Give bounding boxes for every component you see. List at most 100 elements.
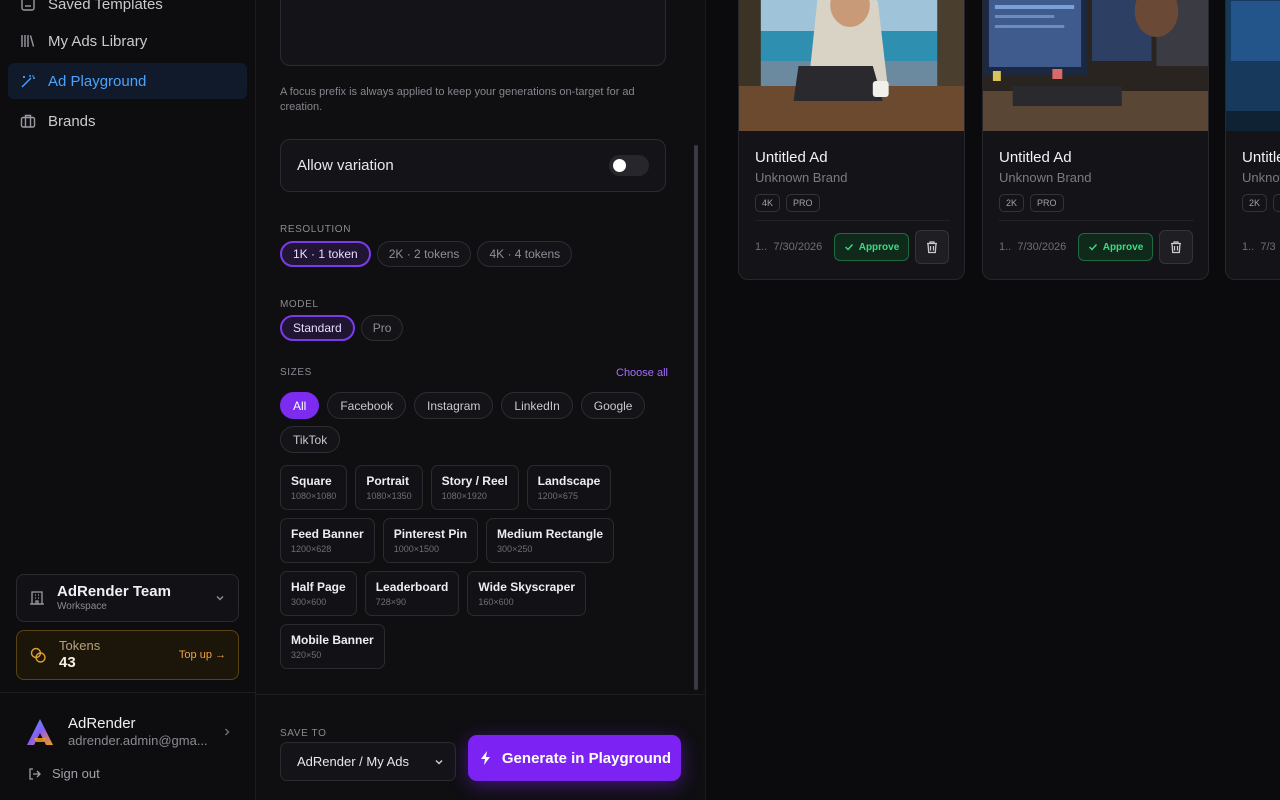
size-option[interactable]: Square 1080×1080: [280, 465, 348, 510]
card-divider: [755, 220, 950, 221]
model-option-pro[interactable]: Pro: [360, 315, 404, 341]
workspace-name: AdRender Team: [57, 583, 171, 601]
chevron-down-icon: [216, 595, 224, 601]
sidebar-item-label: My Ads Library: [48, 32, 148, 50]
size-name: Landscape: [537, 474, 601, 488]
approve-button[interactable]: Approve: [834, 233, 909, 261]
size-row: Mobile Banner 320×50: [280, 624, 385, 669]
card-divider: [999, 220, 1194, 221]
resolution-option-1k[interactable]: 1K · 1 token: [280, 241, 371, 267]
save-to-value: AdRender / My Ads: [297, 754, 409, 769]
filter-linkedin[interactable]: LinkedIn: [501, 392, 573, 419]
sidebar-item-saved-templates[interactable]: Saved Templates: [8, 0, 247, 22]
size-dimensions: 300×600: [291, 597, 327, 607]
ad-card[interactable]: Untitled Ad Unknown Brand 4K PRO 1.. 7/3…: [738, 0, 965, 280]
prompt-textarea[interactable]: [280, 0, 666, 66]
resolution-option-4k[interactable]: 4K · 4 tokens: [477, 241, 573, 267]
save-to-select[interactable]: AdRender / My Ads: [280, 742, 456, 781]
size-dimensions: 1080×1920: [441, 491, 487, 501]
filter-instagram[interactable]: Instagram: [414, 392, 494, 419]
size-name: Portrait: [366, 474, 409, 488]
sidebar-item-label: Saved Templates: [48, 0, 163, 13]
size-option[interactable]: Story / Reel 1080×1920: [430, 465, 519, 510]
adrender-logo-icon: [27, 719, 53, 745]
user-profile[interactable]: AdRender adrender.admin@gma...: [24, 712, 232, 752]
focus-prefix-hint: A focus prefix is always applied to keep…: [280, 86, 635, 113]
approve-label: Approve: [1102, 241, 1144, 253]
sidebar-item-my-ads-library[interactable]: My Ads Library: [8, 23, 247, 59]
model-option-standard[interactable]: Standard: [280, 315, 355, 341]
ad-tags: 4K PRO: [755, 194, 820, 212]
building-icon: [30, 591, 44, 605]
chevron-down-icon: [435, 759, 443, 765]
panel-scrollbar[interactable]: [694, 145, 698, 690]
library-icon: [21, 35, 35, 47]
resolution-options: 1K · 1 token 2K · 2 tokens 4K · 4 tokens: [280, 241, 573, 267]
filter-all[interactable]: All: [280, 392, 320, 419]
trash-icon: [1171, 241, 1181, 254]
model-options: Standard Pro: [280, 315, 404, 341]
workspace-switcher[interactable]: AdRender Team Workspace: [16, 574, 239, 622]
sidebar-item-ad-playground[interactable]: Ad Playground: [8, 63, 247, 99]
ad-card[interactable]: Untitled Unknow 2K 1.. 7/3: [1225, 0, 1280, 280]
filter-tiktok[interactable]: TikTok: [280, 426, 341, 453]
generate-button[interactable]: Generate in Playground: [468, 735, 681, 781]
size-name: Pinterest Pin: [393, 527, 468, 541]
model-label: MODEL: [280, 299, 319, 310]
top-up-link[interactable]: Top up →: [179, 649, 226, 661]
filter-google[interactable]: Google: [580, 392, 646, 419]
sidebar-item-brands[interactable]: Brands: [8, 103, 247, 139]
resolution-option-2k[interactable]: 2K · 2 tokens: [376, 241, 472, 267]
size-option[interactable]: Leaderboard 728×90: [364, 571, 460, 616]
generate-label: Generate in Playground: [501, 749, 672, 767]
ad-date-prefix: 1..: [755, 241, 768, 253]
resolution-label: RESOLUTION: [280, 224, 352, 235]
approve-button[interactable]: Approve: [1078, 233, 1153, 261]
user-email: adrender.admin@gma...: [68, 733, 208, 749]
check-icon: [844, 244, 853, 251]
check-icon: [1088, 244, 1097, 251]
sign-out-icon: [29, 767, 41, 780]
size-option[interactable]: Half Page 300×600: [280, 571, 357, 616]
ad-title: Untitled Ad: [999, 149, 1072, 166]
tokens-card: Tokens 43 Top up →: [16, 630, 239, 680]
size-option[interactable]: Medium Rectangle 300×250: [486, 518, 615, 563]
delete-button[interactable]: [915, 230, 949, 264]
panel-footer-divider: [256, 694, 706, 695]
size-option[interactable]: Feed Banner 1200×628: [280, 518, 375, 563]
choose-all-link[interactable]: Choose all: [616, 367, 668, 379]
ad-date: 1.. 7/3: [1242, 241, 1276, 253]
sidebar: Saved Templates My Ads Library Ad Playgr…: [0, 0, 256, 800]
size-option[interactable]: Pinterest Pin 1000×1500: [382, 518, 479, 563]
delete-button[interactable]: [1159, 230, 1193, 264]
ad-brand: Unknow: [1242, 170, 1280, 185]
size-name: Half Page: [291, 580, 346, 594]
model-tag: PRO: [786, 194, 820, 212]
size-name: Mobile Banner: [291, 633, 374, 647]
template-icon: [21, 0, 35, 11]
size-option[interactable]: Mobile Banner 320×50: [280, 624, 385, 669]
size-row: Feed Banner 1200×628 Pinterest Pin 1000×15…: [280, 518, 615, 563]
size-name: Feed Banner: [291, 527, 364, 541]
size-filters-row-2: TikTok: [280, 426, 341, 453]
resolution-tag: 2K: [1242, 194, 1268, 212]
size-dimensions: 728×90: [375, 597, 406, 607]
size-row: Square 1080×1080 Portrait 1080×1350 Story …: [280, 465, 612, 510]
lightning-icon: [480, 751, 490, 765]
size-option[interactable]: Wide Skyscraper 160×600: [467, 571, 586, 616]
size-option[interactable]: Landscape 1200×675: [526, 465, 612, 510]
ad-card[interactable]: Untitled Ad Unknown Brand 2K PRO 1.. 7/3…: [982, 0, 1209, 280]
ad-brand: Unknown Brand: [755, 170, 848, 185]
size-option[interactable]: Portrait 1080×1350: [355, 465, 423, 510]
chevron-right-icon: [225, 728, 230, 736]
ad-brand: Unknown Brand: [999, 170, 1092, 185]
size-name: Story / Reel: [441, 474, 508, 488]
allow-variation-row: Allow variation: [280, 139, 666, 192]
allow-variation-toggle[interactable]: [609, 155, 649, 176]
size-dimensions: 1200×628: [291, 544, 332, 554]
filter-facebook[interactable]: Facebook: [327, 392, 407, 419]
sign-out-button[interactable]: Sign out: [28, 766, 100, 781]
size-dimensions: 300×250: [497, 544, 533, 554]
sidebar-item-label: Ad Playground: [48, 72, 147, 90]
ad-tags: 2K: [1242, 194, 1280, 212]
